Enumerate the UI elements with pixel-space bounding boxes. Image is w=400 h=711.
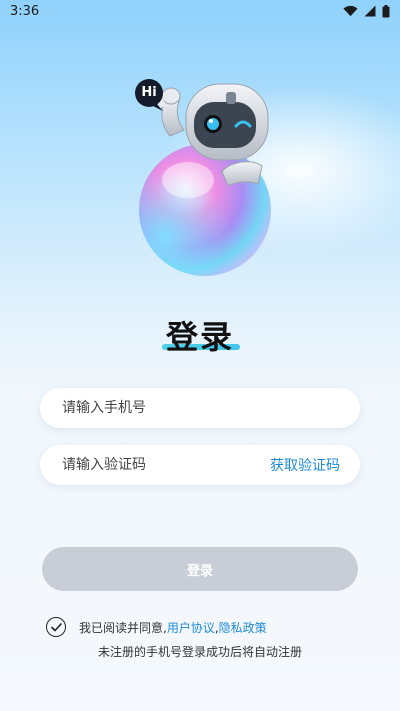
privacy-policy-link[interactable]: 隐私政策 — [219, 621, 267, 635]
agreement-text: 我已阅读并同意,用户协议,隐私政策 — [79, 619, 267, 636]
auto-register-note: 未注册的手机号登录成功后将自动注册 — [97, 645, 302, 659]
agreement-row: 我已阅读并同意,用户协议,隐私政策 — [46, 615, 267, 639]
code-field[interactable]: 获取验证码 — [40, 445, 360, 485]
phone-input[interactable] — [60, 399, 340, 417]
agreement-prefix: 我已阅读并同意, — [79, 620, 167, 635]
phone-field[interactable] — [40, 388, 360, 428]
hi-bubble-text: Hi — [141, 85, 157, 100]
title-wrap: 登录 — [0, 312, 400, 358]
login-button[interactable]: 登录 — [42, 547, 358, 591]
agreement-checkbox[interactable] — [46, 617, 66, 637]
robot-illustration — [135, 79, 271, 276]
check-icon — [50, 622, 62, 631]
code-input[interactable] — [60, 456, 270, 474]
get-code-button[interactable]: 获取验证码 — [270, 455, 340, 475]
user-agreement-link[interactable]: 用户协议 — [167, 621, 215, 635]
page-title: 登录 — [165, 318, 234, 356]
